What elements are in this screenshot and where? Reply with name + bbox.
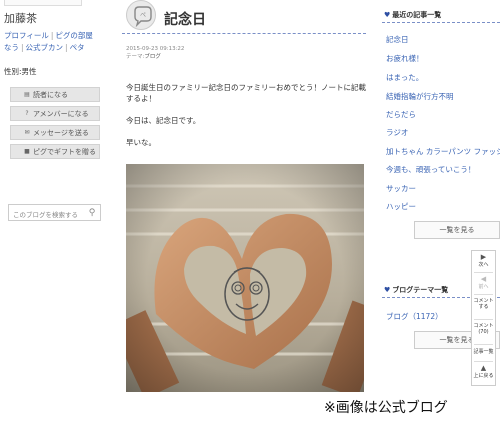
post-date: 2015-09-23 09:13:22 bbox=[126, 46, 185, 52]
comments-count-button[interactable]: コメント(70) bbox=[472, 323, 495, 335]
post-photo[interactable] bbox=[126, 164, 364, 392]
recent-divider bbox=[382, 22, 500, 23]
profile-gender: 性別:男性 bbox=[4, 67, 37, 76]
gift-button[interactable]: ■ ピグでギフトを贈る bbox=[10, 144, 100, 159]
recent-item[interactable]: はまった。 bbox=[386, 72, 423, 83]
themes-heading: ♥ ブログテーマ一覧 bbox=[384, 286, 449, 294]
floating-toolbar: ▶ 次へ ◀ 前へ コメントする コメント(70) 記事一覧 ▲ 上に戻る bbox=[471, 250, 496, 386]
svg-text:ペ: ペ bbox=[140, 12, 146, 19]
entry-speech-bubble-icon: ペ bbox=[126, 0, 156, 30]
recent-item[interactable]: 記念日 bbox=[386, 34, 409, 45]
recent-item[interactable]: 今週も、頑張っていこう！ bbox=[386, 164, 475, 175]
profile-name: 加藤茶 bbox=[4, 12, 37, 25]
toolbar-divider bbox=[474, 272, 493, 273]
post-paragraph: 早いな。 bbox=[126, 138, 156, 147]
back-to-top-button[interactable]: ▲ 上に戻る bbox=[472, 364, 495, 379]
heart-icon: ♥ bbox=[384, 11, 391, 19]
theme-link[interactable]: ブログ bbox=[144, 54, 161, 60]
official-link[interactable]: 公式ブカン bbox=[26, 43, 64, 52]
toolbar-divider bbox=[474, 344, 493, 345]
gift-icon: ■ bbox=[24, 148, 30, 155]
up-arrow-icon: ▲ bbox=[480, 364, 487, 372]
now-link[interactable]: なう bbox=[4, 43, 19, 52]
recent-item[interactable]: ラジオ bbox=[386, 127, 408, 138]
play-icon: ▶ bbox=[480, 253, 487, 261]
left-sidebar: 加藤茶 プロフィール | ピグの部屋 なう | 公式ブカン | ペタ 性別:男性 ▤ 読者に… bbox=[0, 0, 112, 395]
profile-thumbnail[interactable] bbox=[4, 0, 82, 6]
pig-room-link[interactable]: ピグの部屋 bbox=[55, 31, 93, 40]
follow-button[interactable]: ▤ 読者になる bbox=[10, 87, 100, 102]
amember-button[interactable]: ? アメンバーになる bbox=[10, 106, 100, 121]
post-title[interactable]: 記念日 bbox=[164, 9, 206, 29]
comment-button[interactable]: コメントする bbox=[472, 298, 495, 310]
prev-button[interactable]: ◀ 前へ bbox=[472, 275, 495, 290]
recent-item[interactable]: お疲れ様！ bbox=[386, 53, 424, 64]
recent-item[interactable]: だらだら bbox=[386, 109, 416, 120]
heart-icon: ♥ bbox=[384, 286, 391, 294]
main-content: ペ 記念日 2015-09-23 09:13:22 テーマ:ブログ 今日誕生日の… bbox=[112, 0, 368, 395]
back-icon: ◀ bbox=[480, 275, 487, 283]
article-list-button[interactable]: 記事一覧 bbox=[472, 349, 495, 355]
recent-item[interactable]: 加トちゃん カラーパンツ ファッショ bbox=[386, 146, 500, 157]
post-paragraph: 今日は、記念日です。 bbox=[126, 116, 201, 125]
image-caption: ※画像は公式ブログ bbox=[324, 400, 448, 416]
toolbar-divider bbox=[474, 361, 493, 362]
title-divider bbox=[122, 33, 366, 34]
question-icon: ? bbox=[25, 110, 29, 117]
message-button[interactable]: ✉ メッセージを送る bbox=[10, 125, 100, 140]
recent-item[interactable]: 結婚指輪が行方不明 bbox=[386, 91, 454, 102]
blog-search-input[interactable]: このブログを検索する ⚲ bbox=[8, 204, 101, 221]
theme-item[interactable]: ブログ（1172） bbox=[386, 311, 443, 322]
peta-link[interactable]: ペタ bbox=[70, 43, 85, 52]
toolbar-divider bbox=[474, 319, 493, 320]
recent-heading: ♥ 最近の記事一覧 bbox=[384, 11, 442, 19]
post-body: 今日誕生日のファミリー記念日のファミリーおめでとう！ノートに記載するよ！ 今日は… bbox=[126, 82, 366, 148]
recent-item[interactable]: ハッピー bbox=[386, 201, 416, 212]
recent-item[interactable]: サッカー bbox=[386, 183, 416, 194]
mail-icon: ✉ bbox=[24, 129, 30, 136]
post-meta: 2015-09-23 09:13:22 テーマ:ブログ bbox=[126, 45, 184, 61]
search-icon[interactable]: ⚲ bbox=[86, 207, 98, 219]
profile-link[interactable]: プロフィール bbox=[4, 31, 49, 40]
theme-label: テーマ: bbox=[126, 54, 145, 60]
post-paragraph: 今日誕生日のファミリー記念日のファミリーおめでとう！ノートに記載するよ！ bbox=[126, 83, 366, 103]
profile-links: プロフィール | ピグの部屋 なう | 公式ブカン | ペタ bbox=[4, 31, 93, 52]
recent-more-button[interactable]: 一覧を見る bbox=[414, 221, 500, 239]
book-icon: ▤ bbox=[24, 91, 30, 98]
search-placeholder: このブログを検索する bbox=[13, 211, 78, 219]
toolbar-divider bbox=[474, 294, 493, 295]
next-button[interactable]: ▶ 次へ bbox=[472, 253, 495, 268]
